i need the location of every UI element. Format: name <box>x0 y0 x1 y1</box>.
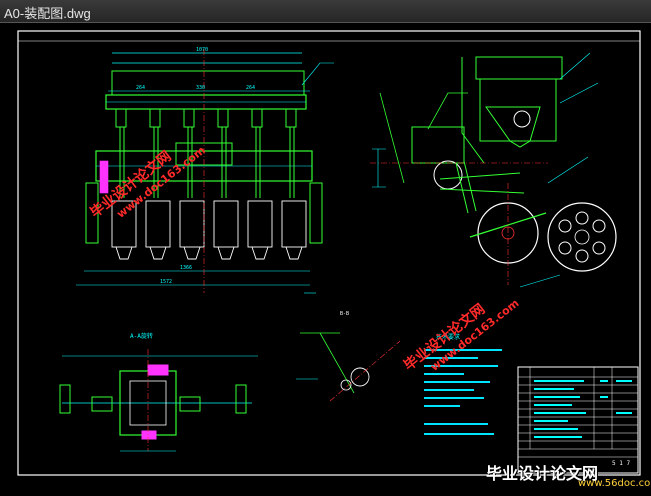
svg-text:264: 264 <box>246 85 255 91</box>
watermark-2: 毕业设计论文网 www.doc163.com <box>401 297 522 375</box>
svg-text:264: 264 <box>136 85 145 91</box>
detail-b-b: B-B <box>296 311 401 402</box>
section-a-a-label: A-A旋转 <box>130 332 153 340</box>
svg-text:330: 330 <box>196 85 205 91</box>
svg-text:1572: 1572 <box>160 279 172 285</box>
cad-drawing[interactable]: 1070 1366 1572 264 330 264 A-A旋转 B-B 技术要求 … <box>0 23 651 492</box>
footer-watermark-url: www.56doc.com <box>578 478 651 489</box>
svg-text:1366: 1366 <box>180 265 192 271</box>
side-view <box>370 52 617 288</box>
title-bar: A0-装配图.dwg <box>0 0 651 23</box>
drawing-frame <box>17 30 641 476</box>
title-block-code: 5 1 7 <box>612 460 630 467</box>
detail-b-b-label: B-B <box>340 311 349 317</box>
front-view: 1070 1366 1572 264 330 264 <box>76 47 334 294</box>
drawing-canvas[interactable]: 1070 1366 1572 264 330 264 A-A旋转 B-B 技术要… <box>0 23 651 492</box>
section-a-a: A-A旋转 <box>59 332 258 452</box>
window-title: A0-装配图.dwg <box>4 6 91 21</box>
svg-text:1070: 1070 <box>196 47 208 53</box>
title-block: 5 1 7 <box>517 366 639 474</box>
